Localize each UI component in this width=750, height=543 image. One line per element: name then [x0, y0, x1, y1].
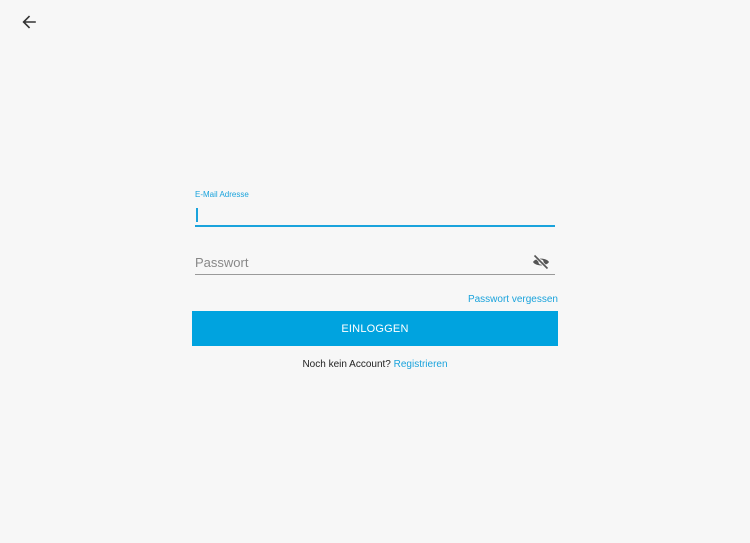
email-field: E-Mail Adresse [195, 190, 555, 228]
forgot-password-row: Passwort vergessen [192, 289, 558, 305]
login-form: E-Mail Adresse Passwort vergessen EINLOG… [192, 190, 558, 370]
back-button[interactable] [18, 11, 40, 33]
arrow-left-icon [22, 15, 36, 29]
text-cursor [196, 208, 198, 222]
password-field [195, 250, 555, 275]
register-link[interactable]: Registrieren [394, 359, 448, 370]
password-visibility-toggle[interactable] [532, 254, 550, 270]
register-row: Noch kein Account? Registrieren [192, 359, 558, 370]
forgot-password-link[interactable]: Passwort vergessen [468, 294, 558, 305]
email-underline [195, 225, 555, 227]
eye-off-icon [533, 254, 549, 270]
email-label: E-Mail Adresse [195, 190, 249, 199]
password-input[interactable] [195, 252, 515, 272]
email-input[interactable] [195, 204, 535, 224]
no-account-text: Noch kein Account? [302, 359, 394, 370]
login-button[interactable]: EINLOGGEN [192, 311, 558, 346]
password-underline [195, 274, 555, 275]
